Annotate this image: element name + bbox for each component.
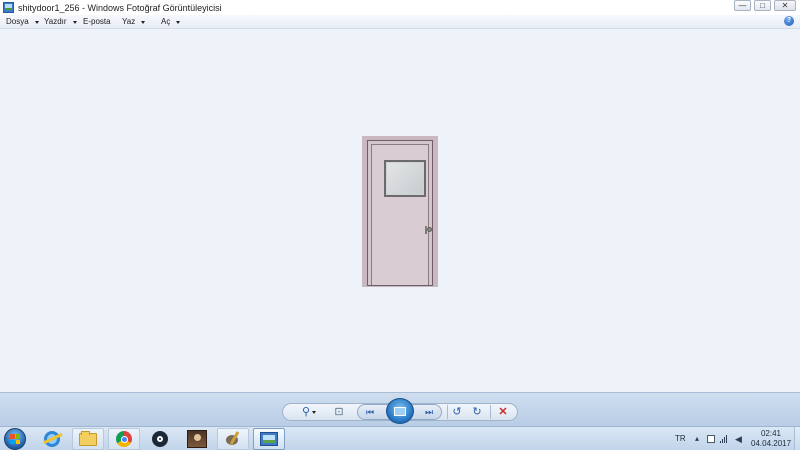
taskbar-internet-explorer[interactable] xyxy=(36,428,68,450)
menu-bar: Dosya Yazdır E-posta Yaz Aç ? xyxy=(0,15,800,29)
clock-date: 04.04.2017 xyxy=(751,439,792,448)
minimize-button[interactable]: — xyxy=(734,0,751,11)
door-slab xyxy=(371,144,432,285)
rotate-counterclockwise-button[interactable]: ↺ xyxy=(450,405,464,419)
door-frame xyxy=(367,140,433,286)
taskbar-game[interactable] xyxy=(181,428,213,450)
menu-burn[interactable]: Yaz xyxy=(122,17,146,26)
fit-window-icon: ⊡ xyxy=(334,405,344,418)
action-center-flag-icon[interactable] xyxy=(707,435,715,443)
previous-button[interactable]: ⏮ xyxy=(362,405,378,419)
windows-logo-icon xyxy=(10,434,20,444)
taskbar-steam[interactable] xyxy=(144,428,176,450)
game-icon xyxy=(187,430,207,448)
menu-email-label: E-posta xyxy=(83,17,111,26)
menu-print[interactable]: Yazdır xyxy=(44,17,77,26)
menu-open[interactable]: Aç xyxy=(161,17,181,26)
internet-explorer-icon xyxy=(44,431,60,447)
photo-viewer-icon xyxy=(260,432,278,446)
chevron-down-icon xyxy=(34,20,39,24)
chevron-down-icon xyxy=(176,20,181,24)
menu-file[interactable]: Dosya xyxy=(6,17,39,26)
toolbar-divider xyxy=(447,405,448,419)
menu-print-label: Yazdır xyxy=(44,17,67,26)
next-icon: ⏭ xyxy=(424,406,434,417)
taskbar: TR ▴ ◀ 02:41 04.04.2017 xyxy=(0,426,800,450)
maximize-button[interactable]: □ xyxy=(754,0,771,11)
door-window xyxy=(384,160,426,197)
rotate-clockwise-button[interactable]: ↻ xyxy=(470,405,484,419)
next-button[interactable]: ⏭ xyxy=(421,405,437,419)
clock-time: 02:41 xyxy=(760,429,782,438)
show-hidden-icons-icon[interactable]: ▴ xyxy=(695,435,703,443)
language-indicator[interactable]: TR xyxy=(675,434,686,443)
door-handle xyxy=(427,227,432,232)
zoom-button[interactable]: ⚲ xyxy=(298,405,320,419)
magnifier-icon: ⚲ xyxy=(301,405,311,418)
door-glass xyxy=(387,163,423,194)
volume-icon[interactable]: ◀ xyxy=(735,435,743,444)
steam-icon xyxy=(152,431,168,447)
folder-icon xyxy=(79,430,97,446)
delete-button[interactable]: ✕ xyxy=(496,405,510,419)
menu-email[interactable]: E-posta xyxy=(83,17,111,26)
menu-open-label: Aç xyxy=(161,17,171,26)
delete-icon: ✕ xyxy=(498,405,508,418)
chevron-down-icon xyxy=(72,20,77,24)
toolbar-divider xyxy=(490,405,491,419)
show-desktop-button[interactable] xyxy=(794,427,800,450)
gimp-icon xyxy=(224,431,242,447)
window-title: shitydoor1_256 - Windows Fotoğraf Görünt… xyxy=(18,2,222,13)
slideshow-icon xyxy=(394,406,406,416)
taskbar-file-explorer[interactable] xyxy=(72,428,104,450)
title-bar: shitydoor1_256 - Windows Fotoğraf Görünt… xyxy=(0,0,800,15)
photo-viewer-app-icon[interactable] xyxy=(3,2,14,13)
system-clock[interactable]: 02:41 04.04.2017 xyxy=(751,429,791,449)
taskbar-photo-viewer[interactable] xyxy=(253,428,285,450)
chevron-down-icon xyxy=(312,411,317,414)
actual-size-button[interactable]: ⊡ xyxy=(331,405,347,419)
slideshow-button[interactable] xyxy=(386,398,414,424)
taskbar-chrome[interactable] xyxy=(108,428,140,450)
taskbar-gimp[interactable] xyxy=(217,428,249,450)
image-canvas[interactable] xyxy=(0,30,800,392)
help-icon[interactable]: ? xyxy=(784,16,794,26)
close-button[interactable]: ✕ xyxy=(774,0,796,11)
start-button[interactable] xyxy=(4,428,26,450)
chevron-down-icon xyxy=(141,20,146,24)
rotate-right-icon: ↻ xyxy=(472,405,482,418)
menu-file-label: Dosya xyxy=(6,17,29,26)
menu-burn-label: Yaz xyxy=(122,17,136,26)
rotate-left-icon: ↺ xyxy=(452,405,462,418)
chrome-icon xyxy=(116,431,132,447)
previous-icon: ⏮ xyxy=(365,406,375,417)
window-controls: — □ ✕ xyxy=(734,0,796,11)
network-icon[interactable] xyxy=(720,435,728,443)
displayed-image xyxy=(362,136,438,287)
